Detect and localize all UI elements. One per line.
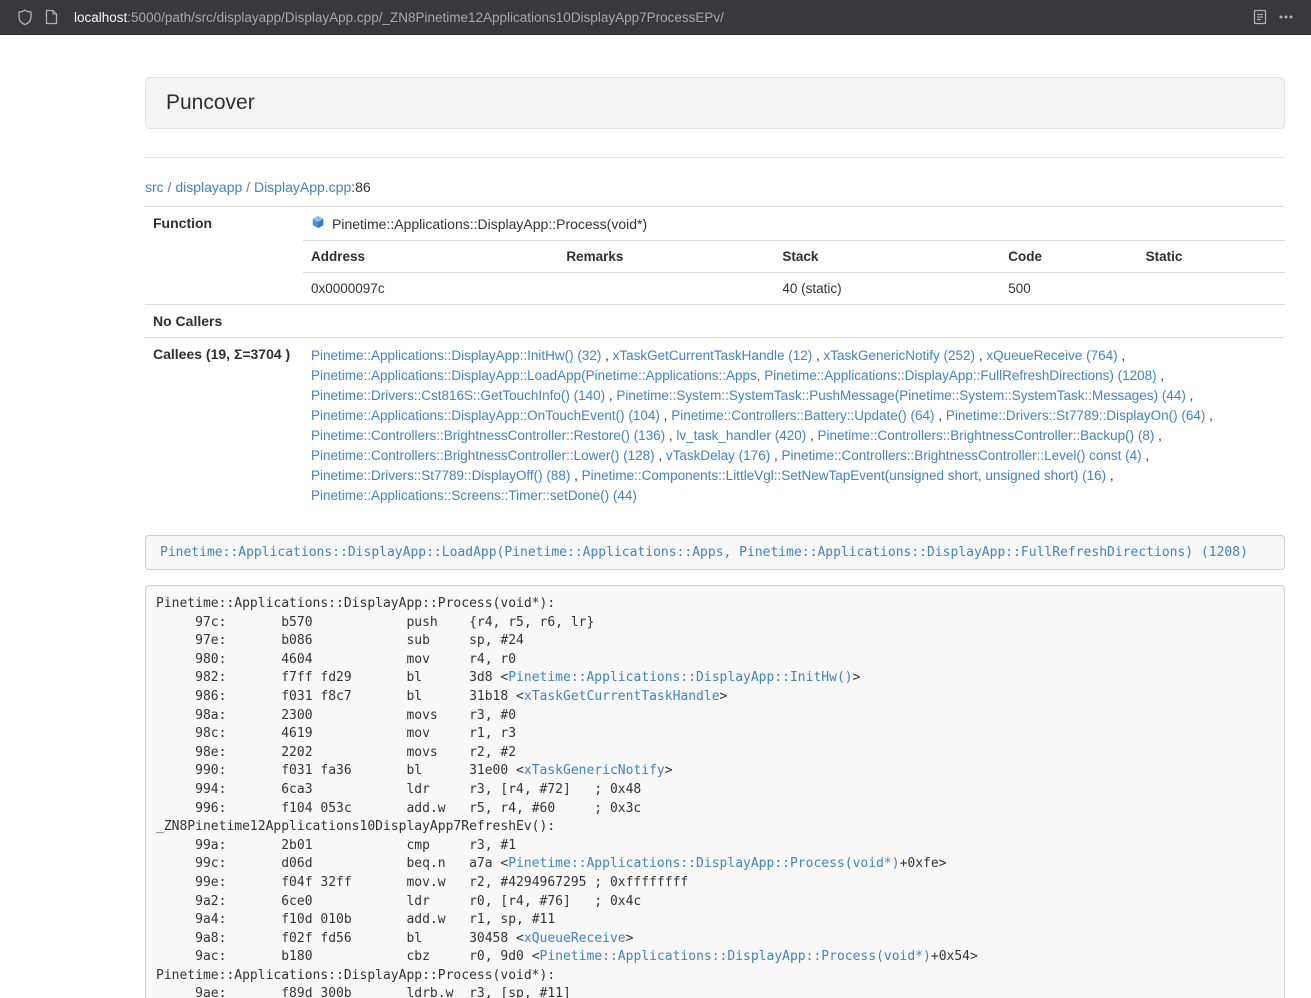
function-icon [311,215,325,232]
column-address: Address [303,241,558,273]
column-remarks: Remarks [558,241,774,273]
breadcrumb-separator: / [242,179,254,195]
callee-link[interactable]: Pinetime::System::SystemTask::PushMessag… [616,388,1185,403]
callees-list: Pinetime::Applications::DisplayApp::Init… [303,338,1285,515]
callee-link[interactable]: Pinetime::Applications::Screens::Timer::… [311,488,637,503]
breadcrumb-separator: / [164,179,176,195]
tracking-protection-shield-icon[interactable] [12,4,38,30]
callee-link[interactable]: xTaskGenericNotify (252) [824,348,976,363]
callee-link[interactable]: lv_task_handler (420) [676,428,806,443]
callee-link[interactable]: Pinetime::Drivers::St7789::DisplayOff() … [311,468,570,483]
column-stack: Stack [774,241,1000,273]
selected-callee-link[interactable]: Pinetime::Applications::DisplayApp::Load… [160,545,1248,560]
callee-link[interactable]: Pinetime::Controllers::Battery::Update()… [671,408,934,423]
page-info-icon[interactable] [38,4,64,30]
app-header: Puncover [145,77,1285,129]
function-table: Function Pinetime::Applications::Display… [145,206,1285,514]
remarks-value [558,273,774,305]
callees-label: Callees (19, Σ=3704 ) [145,338,303,515]
reader-mode-icon[interactable] [1247,4,1273,30]
no-callers-label: No Callers [145,305,303,338]
page-actions-menu-icon[interactable] [1273,4,1299,30]
function-row: Function Pinetime::Applications::Display… [145,207,1285,241]
callee-link[interactable]: Pinetime::Controllers::BrightnessControl… [818,428,1155,443]
breadcrumb-link[interactable]: displayapp [175,179,242,195]
page-title: Puncover [166,91,1264,115]
callee-link[interactable]: Pinetime::Applications::DisplayApp::OnTo… [311,408,660,423]
no-callers-row: No Callers [145,305,1285,338]
header-divider [145,157,1285,158]
callee-link[interactable]: vTaskDelay (176) [666,448,770,463]
stats-value-row: 0x0000097c 40 (static) 500 [303,273,1285,305]
code-symbol-link[interactable]: xQueueReceive [524,931,626,946]
callees-row: Callees (19, Σ=3704 ) Pinetime::Applicat… [145,338,1285,515]
callee-link[interactable]: Pinetime::Controllers::BrightnessControl… [311,428,665,443]
code-symbol-link[interactable]: xTaskGenericNotify [524,763,665,778]
url-path: :5000/path/src/displayapp/DisplayApp.cpp… [127,10,724,25]
code-symbol-link[interactable]: xTaskGetCurrentTaskHandle [524,689,720,704]
code-symbol-link[interactable]: Pinetime::Applications::DisplayApp::Proc… [508,856,899,871]
code-symbol-link[interactable]: Pinetime::Applications::DisplayApp::Proc… [540,949,931,964]
breadcrumb-line-number: :86 [351,179,370,195]
callee-link[interactable]: Pinetime::Applications::DisplayApp::Init… [311,348,601,363]
callee-link[interactable]: xQueueReceive (764) [986,348,1117,363]
browser-url-bar[interactable]: localhost:5000/path/src/displayapp/Displ… [0,0,1311,35]
address-value: 0x0000097c [303,273,558,305]
stack-value: 40 (static) [774,273,1000,305]
selected-callee-box: Pinetime::Applications::DisplayApp::Load… [145,535,1285,570]
function-stats-row: Address Remarks Stack Code Static 0x0000… [145,241,1285,305]
static-value [1138,273,1285,305]
callee-link[interactable]: Pinetime::Applications::DisplayApp::Load… [311,368,1157,383]
function-stats-table: Address Remarks Stack Code Static 0x0000… [303,241,1285,304]
url-text[interactable]: localhost:5000/path/src/displayapp/Displ… [74,10,724,25]
url-host: localhost [74,10,127,25]
function-name: Pinetime::Applications::DisplayApp::Proc… [332,216,647,232]
code-size-value: 500 [1000,273,1137,305]
function-label: Function [145,207,303,241]
callee-link[interactable]: Pinetime::Components::LittleVgl::SetNewT… [582,468,1107,483]
breadcrumb: src / displayapp / DisplayApp.cpp:86 [145,179,1285,195]
stats-header-row: Address Remarks Stack Code Static [303,241,1285,273]
column-static: Static [1138,241,1285,273]
main-content: Puncover src / displayapp / DisplayApp.c… [145,77,1285,998]
disassembly: Pinetime::Applications::DisplayApp::Proc… [145,585,1285,998]
breadcrumb-link[interactable]: src [145,179,164,195]
callee-link[interactable]: xTaskGetCurrentTaskHandle (12) [613,348,813,363]
callee-link[interactable]: Pinetime::Drivers::St7789::DisplayOn() (… [946,408,1206,423]
callee-link[interactable]: Pinetime::Controllers::BrightnessControl… [311,448,655,463]
callee-link[interactable]: Pinetime::Drivers::Cst816S::GetTouchInfo… [311,388,605,403]
breadcrumb-link[interactable]: DisplayApp.cpp [254,179,351,195]
code-symbol-link[interactable]: Pinetime::Applications::DisplayApp::Init… [508,670,852,685]
callee-link[interactable]: Pinetime::Controllers::BrightnessControl… [781,448,1141,463]
column-code: Code [1000,241,1137,273]
